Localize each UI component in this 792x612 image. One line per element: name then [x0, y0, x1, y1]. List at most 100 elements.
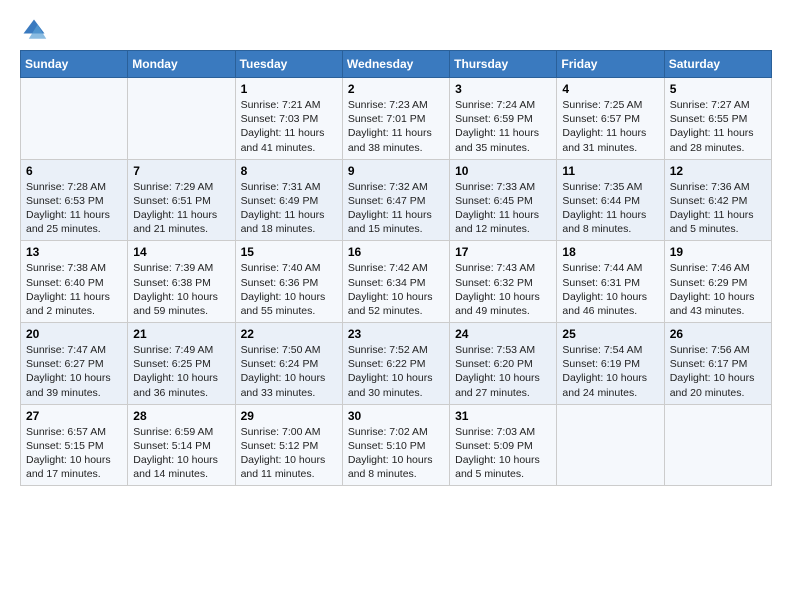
calendar-week-row: 1Sunrise: 7:21 AMSunset: 7:03 PMDaylight…	[21, 78, 772, 160]
calendar-cell: 13 Sunrise: 7:38 AMSunset: 6:40 PMDayligh…	[21, 241, 128, 323]
calendar-cell	[21, 78, 128, 160]
day-number: 2	[348, 82, 444, 96]
day-number: 1	[241, 82, 337, 96]
day-number: 31	[455, 409, 551, 423]
day-number: 18	[562, 245, 658, 259]
weekday-header-monday: Monday	[128, 51, 235, 78]
weekday-header-saturday: Saturday	[664, 51, 771, 78]
day-info: Sunrise: 7:23 AMSunset: 7:01 PMDaylight:…	[348, 98, 444, 155]
day-number: 12	[670, 164, 766, 178]
day-number: 7	[133, 164, 229, 178]
calendar-cell: 5 Sunrise: 7:27 AMSunset: 6:55 PMDaylight…	[664, 78, 771, 160]
day-number: 5	[670, 82, 766, 96]
day-info: Sunrise: 7:42 AMSunset: 6:34 PMDaylight:…	[348, 261, 444, 318]
day-info: Sunrise: 7:35 AMSunset: 6:44 PMDaylight:…	[562, 180, 658, 237]
day-number: 25	[562, 327, 658, 341]
day-number: 4	[562, 82, 658, 96]
calendar-cell: 25 Sunrise: 7:54 AMSunset: 6:19 PMDayligh…	[557, 323, 664, 405]
day-info: Sunrise: 7:33 AMSunset: 6:45 PMDaylight:…	[455, 180, 551, 237]
day-info: Sunrise: 7:24 AMSunset: 6:59 PMDaylight:…	[455, 98, 551, 155]
day-info: Sunrise: 7:40 AMSunset: 6:36 PMDaylight:…	[241, 261, 337, 318]
day-info: Sunrise: 7:44 AMSunset: 6:31 PMDaylight:…	[562, 261, 658, 318]
day-info: Sunrise: 7:00 AMSunset: 5:12 PMDaylight:…	[241, 425, 337, 482]
day-number: 8	[241, 164, 337, 178]
weekday-header-sunday: Sunday	[21, 51, 128, 78]
day-number: 21	[133, 327, 229, 341]
calendar-cell: 19 Sunrise: 7:46 AMSunset: 6:29 PMDayligh…	[664, 241, 771, 323]
day-number: 3	[455, 82, 551, 96]
calendar-cell: 26Sunrise: 7:56 AMSunset: 6:17 PMDayligh…	[664, 323, 771, 405]
day-number: 30	[348, 409, 444, 423]
day-info: Sunrise: 7:02 AMSunset: 5:10 PMDaylight:…	[348, 425, 444, 482]
day-info: Sunrise: 7:03 AMSunset: 5:09 PMDaylight:…	[455, 425, 551, 482]
calendar-cell: 1Sunrise: 7:21 AMSunset: 7:03 PMDaylight…	[235, 78, 342, 160]
day-info: Sunrise: 7:38 AMSunset: 6:40 PMDaylight:…	[26, 261, 122, 318]
calendar-cell	[128, 78, 235, 160]
calendar-cell: 17 Sunrise: 7:43 AMSunset: 6:32 PMDayligh…	[450, 241, 557, 323]
weekday-header-thursday: Thursday	[450, 51, 557, 78]
calendar-cell: 24Sunrise: 7:53 AMSunset: 6:20 PMDayligh…	[450, 323, 557, 405]
day-number: 15	[241, 245, 337, 259]
calendar-week-row: 20Sunrise: 7:47 AMSunset: 6:27 PMDayligh…	[21, 323, 772, 405]
day-info: Sunrise: 7:39 AMSunset: 6:38 PMDaylight:…	[133, 261, 229, 318]
day-number: 29	[241, 409, 337, 423]
calendar-cell: 15 Sunrise: 7:40 AMSunset: 6:36 PMDayligh…	[235, 241, 342, 323]
day-info: Sunrise: 6:59 AMSunset: 5:14 PMDaylight:…	[133, 425, 229, 482]
day-number: 19	[670, 245, 766, 259]
calendar-cell: 8 Sunrise: 7:31 AMSunset: 6:49 PMDaylight…	[235, 159, 342, 241]
day-number: 14	[133, 245, 229, 259]
day-number: 16	[348, 245, 444, 259]
weekday-header-tuesday: Tuesday	[235, 51, 342, 78]
day-number: 24	[455, 327, 551, 341]
day-info: Sunrise: 7:27 AMSunset: 6:55 PMDaylight:…	[670, 98, 766, 155]
logo-icon	[20, 16, 48, 44]
calendar-cell: 21 Sunrise: 7:49 AMSunset: 6:25 PMDayligh…	[128, 323, 235, 405]
calendar-cell: 16 Sunrise: 7:42 AMSunset: 6:34 PMDayligh…	[342, 241, 449, 323]
calendar-cell	[664, 404, 771, 486]
calendar-cell: 2 Sunrise: 7:23 AMSunset: 7:01 PMDaylight…	[342, 78, 449, 160]
weekday-header-wednesday: Wednesday	[342, 51, 449, 78]
calendar-cell: 18 Sunrise: 7:44 AMSunset: 6:31 PMDayligh…	[557, 241, 664, 323]
calendar-cell: 28 Sunrise: 6:59 AMSunset: 5:14 PMDayligh…	[128, 404, 235, 486]
calendar-week-row: 27 Sunrise: 6:57 AMSunset: 5:15 PMDayligh…	[21, 404, 772, 486]
day-number: 28	[133, 409, 229, 423]
day-number: 23	[348, 327, 444, 341]
day-number: 11	[562, 164, 658, 178]
calendar-cell: 22Sunrise: 7:50 AMSunset: 6:24 PMDayligh…	[235, 323, 342, 405]
calendar-cell: 27 Sunrise: 6:57 AMSunset: 5:15 PMDayligh…	[21, 404, 128, 486]
calendar-week-row: 6 Sunrise: 7:28 AMSunset: 6:53 PMDaylight…	[21, 159, 772, 241]
day-number: 10	[455, 164, 551, 178]
calendar-cell: 3 Sunrise: 7:24 AMSunset: 6:59 PMDaylight…	[450, 78, 557, 160]
weekday-header-row: SundayMondayTuesdayWednesdayThursdayFrid…	[21, 51, 772, 78]
day-info: Sunrise: 7:25 AMSunset: 6:57 PMDaylight:…	[562, 98, 658, 155]
day-number: 13	[26, 245, 122, 259]
day-number: 27	[26, 409, 122, 423]
calendar-cell: 30 Sunrise: 7:02 AMSunset: 5:10 PMDayligh…	[342, 404, 449, 486]
page-header	[20, 16, 772, 44]
calendar-cell: 14 Sunrise: 7:39 AMSunset: 6:38 PMDayligh…	[128, 241, 235, 323]
day-info: Sunrise: 7:43 AMSunset: 6:32 PMDaylight:…	[455, 261, 551, 318]
day-info: Sunrise: 7:32 AMSunset: 6:47 PMDaylight:…	[348, 180, 444, 237]
day-info: Sunrise: 7:52 AMSunset: 6:22 PMDaylight:…	[348, 343, 444, 400]
calendar-cell: 9Sunrise: 7:32 AMSunset: 6:47 PMDaylight…	[342, 159, 449, 241]
weekday-header-friday: Friday	[557, 51, 664, 78]
day-info: Sunrise: 7:28 AMSunset: 6:53 PMDaylight:…	[26, 180, 122, 237]
calendar-cell: 7Sunrise: 7:29 AMSunset: 6:51 PMDaylight…	[128, 159, 235, 241]
calendar-cell: 23 Sunrise: 7:52 AMSunset: 6:22 PMDayligh…	[342, 323, 449, 405]
day-info: Sunrise: 6:57 AMSunset: 5:15 PMDaylight:…	[26, 425, 122, 482]
day-info: Sunrise: 7:49 AMSunset: 6:25 PMDaylight:…	[133, 343, 229, 400]
day-number: 6	[26, 164, 122, 178]
calendar-cell: 29 Sunrise: 7:00 AMSunset: 5:12 PMDayligh…	[235, 404, 342, 486]
day-info: Sunrise: 7:46 AMSunset: 6:29 PMDaylight:…	[670, 261, 766, 318]
calendar-cell: 20Sunrise: 7:47 AMSunset: 6:27 PMDayligh…	[21, 323, 128, 405]
calendar-cell: 31 Sunrise: 7:03 AMSunset: 5:09 PMDayligh…	[450, 404, 557, 486]
logo	[20, 16, 52, 44]
calendar-cell	[557, 404, 664, 486]
day-number: 17	[455, 245, 551, 259]
day-info: Sunrise: 7:54 AMSunset: 6:19 PMDaylight:…	[562, 343, 658, 400]
calendar-cell: 12 Sunrise: 7:36 AMSunset: 6:42 PMDayligh…	[664, 159, 771, 241]
day-info: Sunrise: 7:36 AMSunset: 6:42 PMDaylight:…	[670, 180, 766, 237]
calendar-cell: 10 Sunrise: 7:33 AMSunset: 6:45 PMDayligh…	[450, 159, 557, 241]
day-info: Sunrise: 7:31 AMSunset: 6:49 PMDaylight:…	[241, 180, 337, 237]
day-number: 26	[670, 327, 766, 341]
